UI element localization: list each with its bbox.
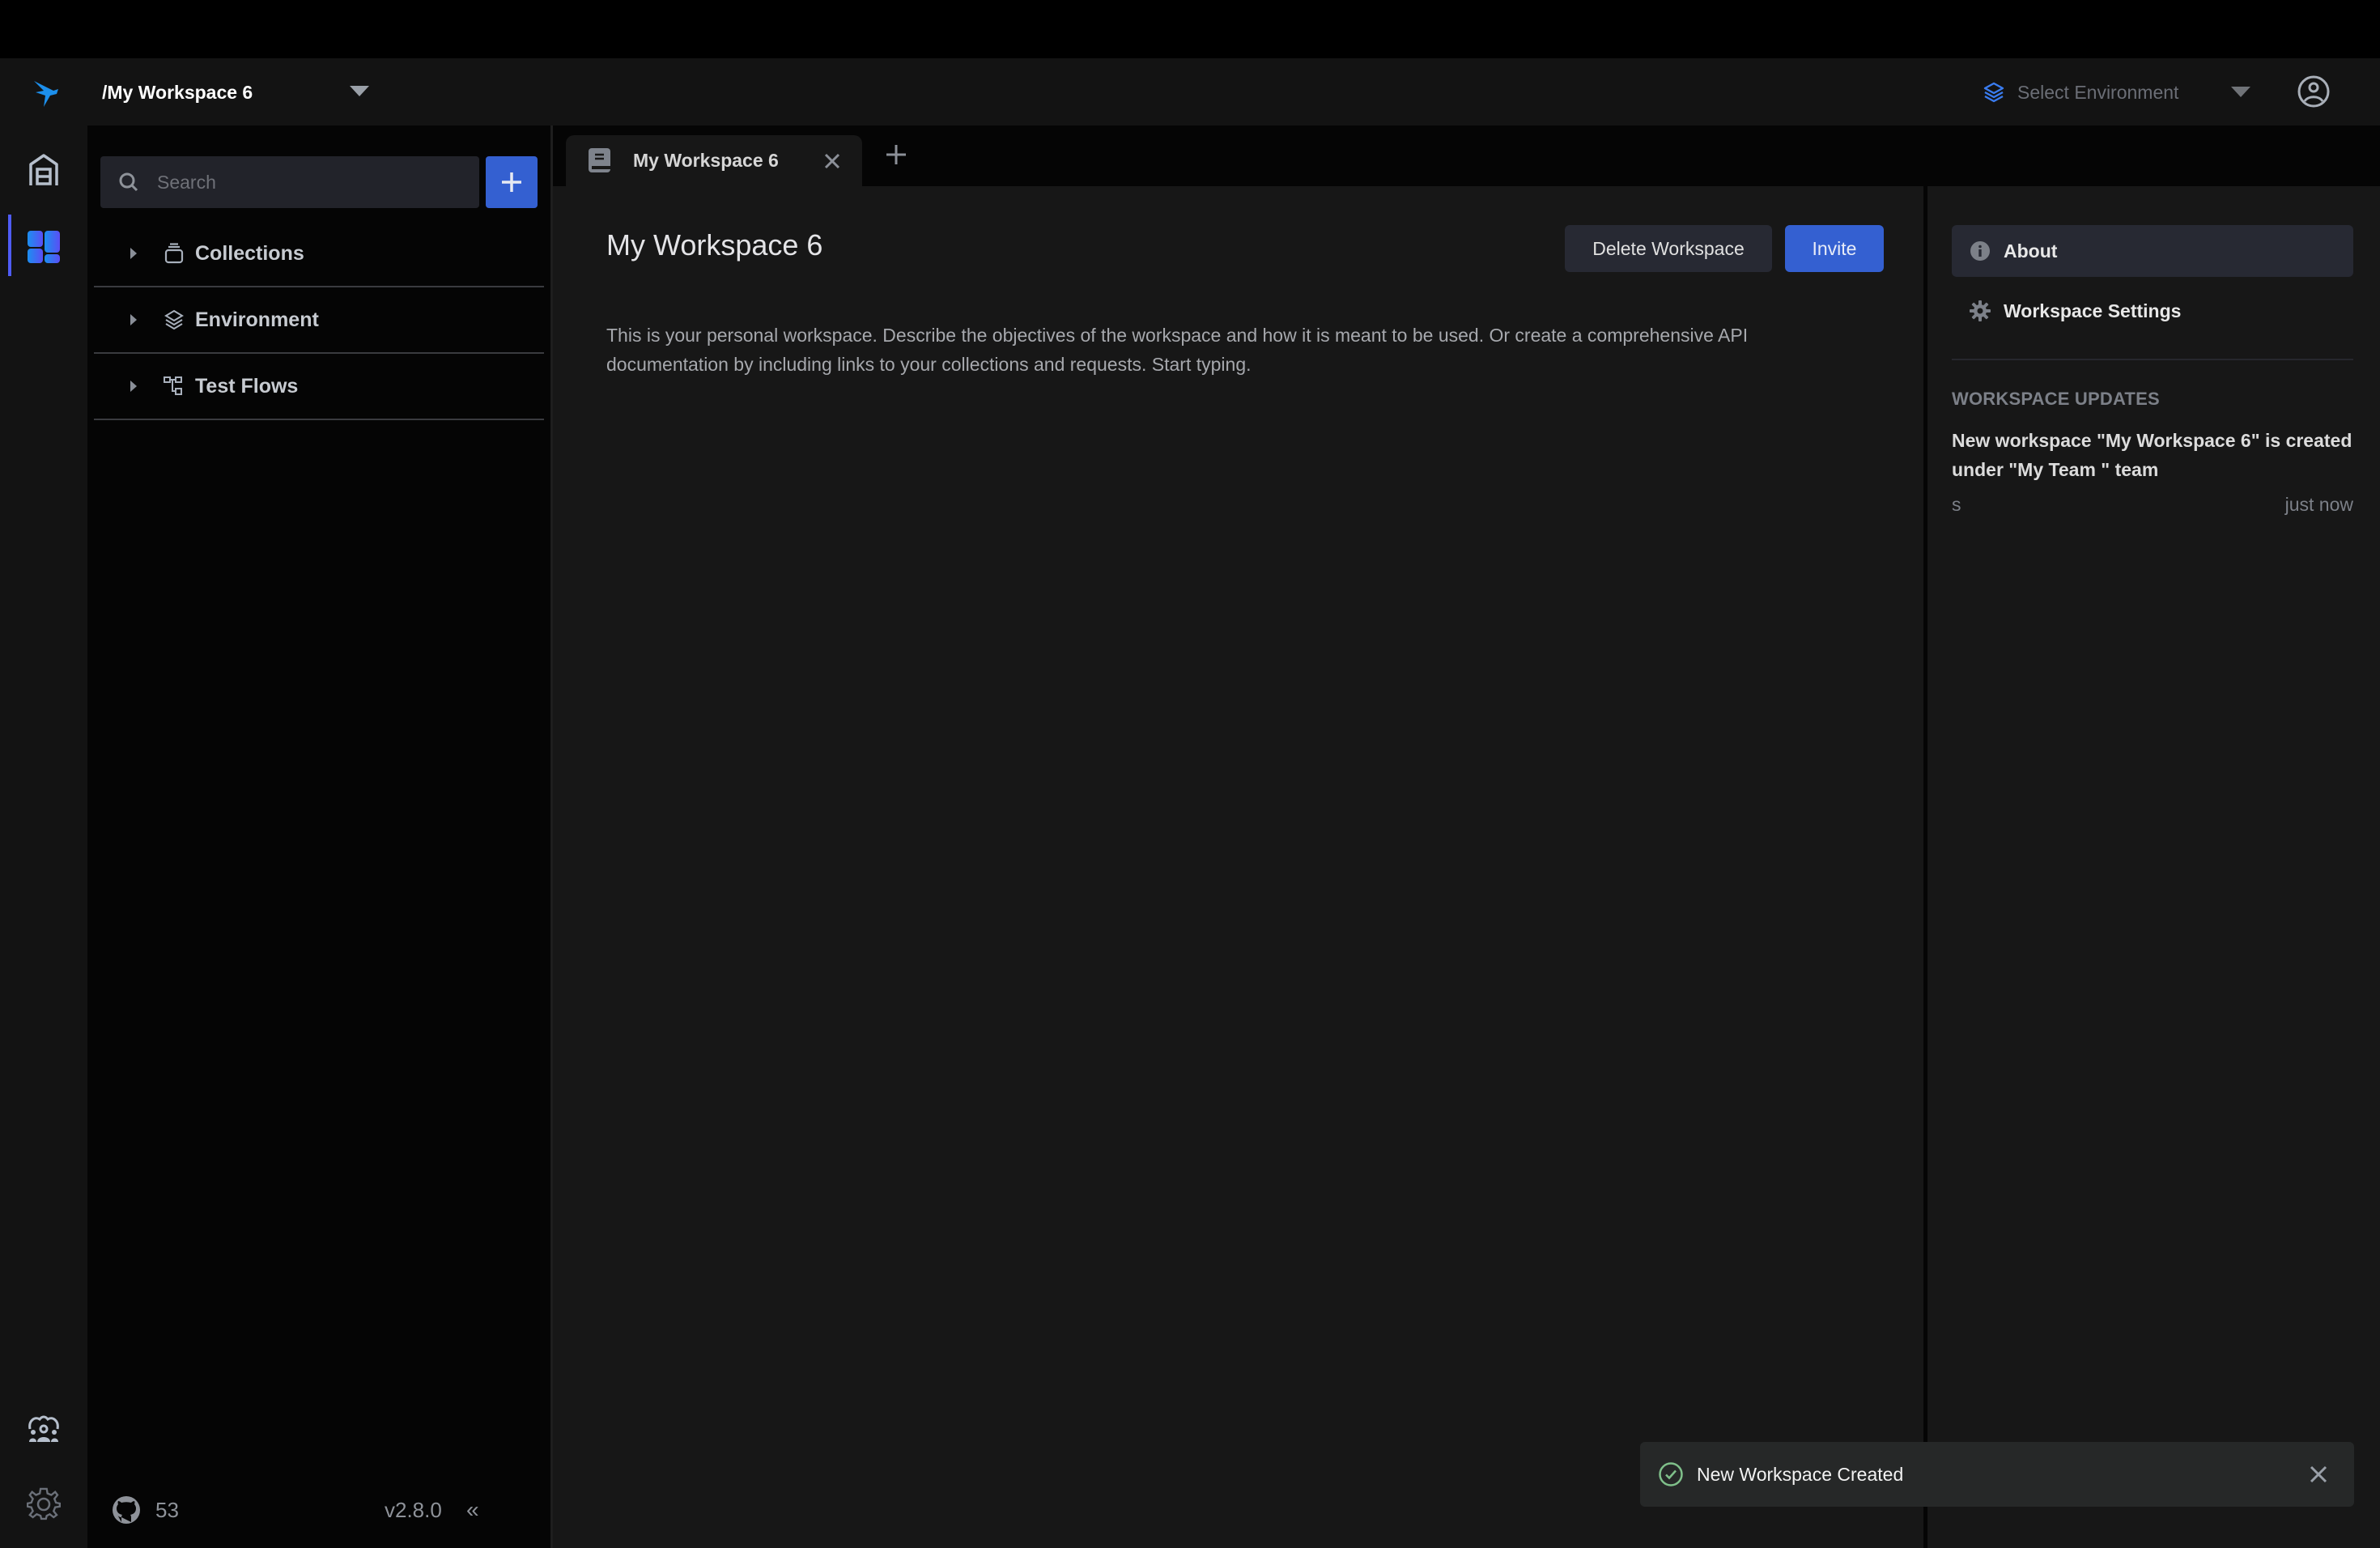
right-panel-item-workspace-settings[interactable]: Workspace Settings [1952,285,2353,337]
collections-icon [164,243,184,264]
sidebar-tree: Collections Environment Test Flows [94,221,544,420]
right-panel-item-about[interactable]: About [1952,225,2353,277]
app-logo-bird-icon[interactable] [29,76,62,108]
workspace-dashboard-icon [28,231,60,263]
info-icon [1970,241,1990,261]
workspace-dropdown-caret-icon[interactable] [350,86,369,96]
right-panel: About Workspace Settings WORKSPACE UPDAT… [1927,186,2380,1548]
add-new-button[interactable] [486,156,538,208]
user-profile-icon[interactable] [2297,74,2331,108]
right-panel-item-label: Workspace Settings [2004,300,2182,321]
app-header: /My Workspace 6 Select Environment [0,58,2380,125]
layers-icon [164,309,184,330]
toast-notification: New Workspace Created [1640,1442,2354,1507]
workspace-description[interactable]: This is your personal workspace. Describ… [606,321,1853,379]
tab-bar: My Workspace 6 [553,125,2380,186]
github-icon[interactable] [112,1495,141,1525]
book-icon [589,147,612,172]
workspace-overview: My Workspace 6 Delete Workspace Invite T… [553,186,1923,1548]
sidebar-item-test-flows[interactable]: Test Flows [94,354,544,420]
invite-button[interactable]: Invite [1785,225,1884,272]
right-panel-item-label: About [2004,240,2058,262]
sidebar-item-environment[interactable]: Environment [94,287,544,354]
tab-label: My Workspace 6 [633,150,779,171]
environment-select-label: Select Environment [2017,81,2179,103]
close-toast-icon[interactable] [2307,1463,2330,1486]
sidebar-item-collections[interactable]: Collections [94,221,544,287]
workspace-updates-heading: WORKSPACE UPDATES [1952,389,2160,409]
rail-workspace-button[interactable] [0,215,87,279]
sidebar-search[interactable] [100,156,479,208]
app-version: v2.8.0 [385,1497,442,1522]
new-tab-plus-icon[interactable] [882,140,911,169]
window-top-bar [0,0,2380,58]
environment-select[interactable]: Select Environment [1982,76,2265,108]
sidebar-item-label: Environment [195,308,319,331]
home-icon [29,154,58,185]
rail-team-button[interactable] [0,1397,87,1461]
chevron-right-icon[interactable] [130,314,137,325]
right-panel-separator [1952,359,2353,360]
workspace-title[interactable]: /My Workspace 6 [102,78,253,107]
chevron-right-icon[interactable] [130,248,137,259]
page-title: My Workspace 6 [606,228,823,262]
success-check-icon [1659,1462,1683,1486]
workspace-update-user: s [1952,494,1961,515]
sidebar-item-label: Test Flows [195,374,299,398]
layers-icon [1983,82,2004,103]
workspace-update-time: just now [2284,494,2353,515]
gear-icon [1970,300,1991,321]
delete-workspace-button[interactable]: Delete Workspace [1565,225,1772,272]
tab-my-workspace-6[interactable]: My Workspace 6 [566,135,862,186]
plus-icon [502,172,521,192]
sidebar-item-label: Collections [195,241,304,265]
sidebar: Collections Environment Test Flows [87,125,552,1548]
flow-icon [164,376,182,395]
close-tab-icon[interactable] [821,150,844,172]
collapse-sidebar-button[interactable]: « [466,1497,479,1523]
rail-settings-button[interactable] [0,1472,87,1537]
sidebar-footer: 53 v2.8.0 « [112,1490,541,1530]
toast-message: New Workspace Created [1697,1463,1904,1485]
rail-home-button[interactable] [0,138,87,202]
github-star-count: 53 [155,1497,179,1522]
search-input[interactable] [157,171,448,194]
environment-dropdown-caret-icon[interactable] [2231,87,2250,97]
settings-gear-icon [27,1487,61,1520]
chevron-right-icon[interactable] [130,381,137,392]
workspace-update-text: New workspace "My Workspace 6" is create… [1952,430,2352,480]
rail-active-indicator [8,215,11,276]
team-icon [28,1415,59,1442]
search-icon [119,172,138,192]
icon-rail [0,125,87,1548]
